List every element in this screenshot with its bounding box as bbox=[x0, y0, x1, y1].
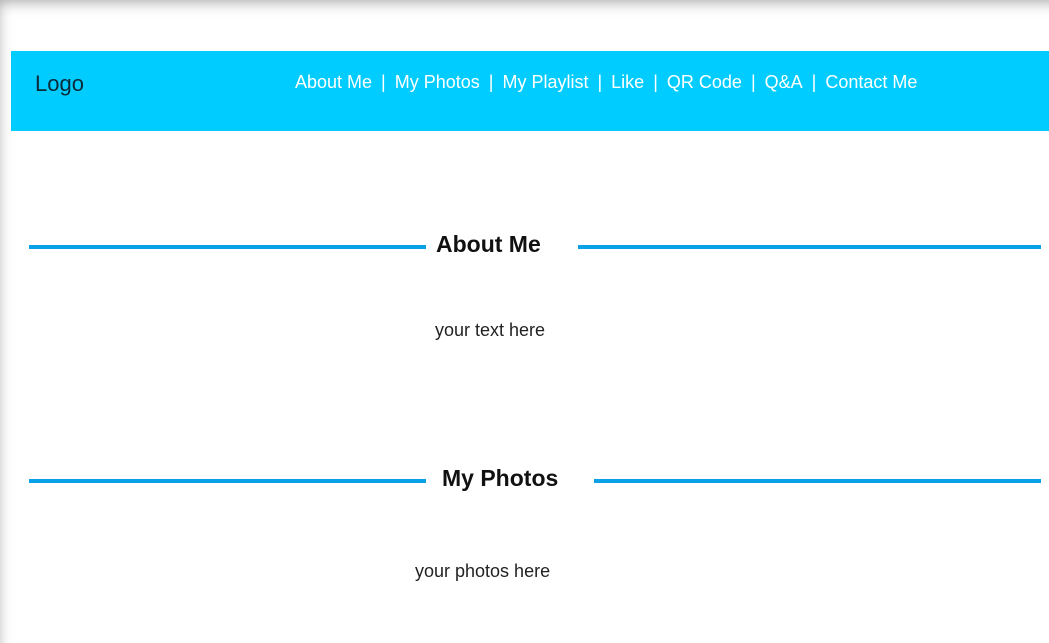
section-rule-right bbox=[578, 245, 1041, 249]
nav-link-about-me[interactable]: About Me bbox=[295, 72, 372, 93]
nav-separator: | bbox=[811, 72, 817, 92]
my-photos-text: your photos here bbox=[415, 561, 551, 581]
nav-separator: | bbox=[653, 72, 658, 92]
nav-menu: About Me | My Photos | My Playlist | Lik… bbox=[295, 72, 917, 93]
nav-link-qa[interactable]: Q&A bbox=[765, 72, 803, 93]
nav-link-like[interactable]: Like bbox=[611, 72, 644, 93]
page-frame: Logo About Me | My Photos | My Playlist … bbox=[0, 0, 1049, 643]
top-strip bbox=[10, 0, 1049, 51]
about-me-heading: About Me bbox=[436, 231, 541, 257]
top-navbar: Logo About Me | My Photos | My Playlist … bbox=[11, 51, 1049, 131]
about-me-text: your text here bbox=[435, 320, 546, 340]
nav-link-my-playlist[interactable]: My Playlist bbox=[502, 72, 588, 93]
section-rule-left bbox=[29, 245, 426, 249]
nav-separator: | bbox=[750, 72, 756, 92]
nav-link-qr-code[interactable]: QR Code bbox=[667, 72, 742, 93]
nav-separator: | bbox=[381, 72, 386, 92]
my-photos-section-header: My Photos bbox=[29, 465, 1041, 495]
nav-link-contact-me[interactable]: Contact Me bbox=[825, 72, 917, 93]
nav-separator: | bbox=[488, 72, 494, 92]
about-me-section-header: About Me bbox=[29, 231, 1041, 261]
logo-link[interactable]: Logo bbox=[35, 71, 84, 97]
my-photos-heading: My Photos bbox=[442, 465, 559, 491]
nav-link-my-photos[interactable]: My Photos bbox=[395, 72, 480, 93]
nav-separator: | bbox=[597, 72, 603, 92]
section-rule-left bbox=[29, 479, 426, 483]
section-rule-right bbox=[594, 479, 1041, 483]
